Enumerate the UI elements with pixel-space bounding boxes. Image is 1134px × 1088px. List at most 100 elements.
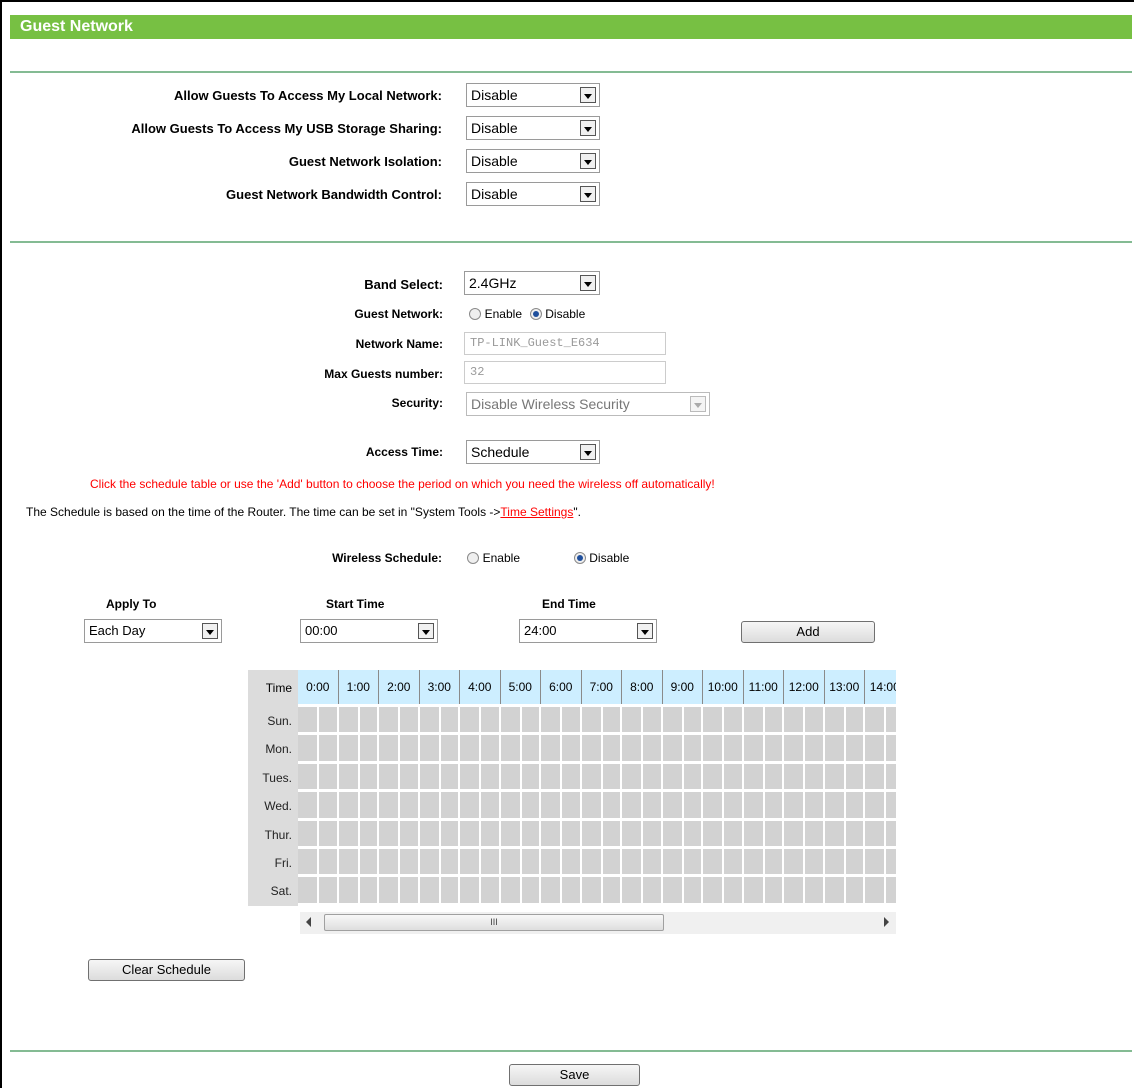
clear-schedule-button[interactable]: Clear Schedule — [88, 959, 245, 981]
schedule-cell[interactable] — [419, 820, 458, 846]
hour-header[interactable]: 10:00 — [703, 670, 744, 704]
schedule-cell[interactable] — [419, 763, 458, 790]
schedule-cell[interactable] — [581, 820, 620, 846]
schedule-cell[interactable] — [500, 707, 539, 733]
schedule-cell[interactable] — [865, 763, 896, 790]
schedule-cell[interactable] — [703, 707, 742, 733]
schedule-cell[interactable] — [622, 849, 661, 875]
schedule-cell[interactable] — [784, 707, 823, 733]
schedule-cell[interactable] — [743, 849, 782, 875]
save-button[interactable]: Save — [509, 1064, 640, 1086]
schedule-cell[interactable] — [703, 820, 742, 846]
schedule-cell[interactable] — [298, 820, 337, 846]
day-label[interactable]: Sun. — [267, 714, 292, 728]
schedule-cell[interactable] — [703, 877, 742, 903]
schedule-cell[interactable] — [298, 735, 337, 761]
schedule-cell[interactable] — [743, 820, 782, 846]
schedule-cell[interactable] — [541, 707, 580, 733]
band-select[interactable]: 2.4GHz — [464, 271, 600, 295]
schedule-cell[interactable] — [622, 763, 661, 790]
guest-network-disable-radio[interactable] — [529, 308, 542, 320]
schedule-cell[interactable] — [541, 877, 580, 903]
schedule-cell[interactable] — [379, 763, 418, 790]
schedule-scrollbar[interactable]: III — [300, 912, 896, 934]
wireless-schedule-enable-radio[interactable] — [467, 552, 479, 564]
scroll-left-arrow-icon[interactable] — [306, 917, 311, 927]
schedule-cell[interactable] — [622, 877, 661, 903]
scroll-right-arrow-icon[interactable] — [884, 917, 889, 927]
wireless-schedule-disable-radio[interactable] — [573, 552, 586, 564]
schedule-cell[interactable] — [865, 849, 896, 875]
schedule-cell[interactable] — [298, 707, 337, 733]
schedule-cell[interactable] — [622, 735, 661, 761]
schedule-cell[interactable] — [824, 763, 863, 790]
schedule-cell[interactable] — [338, 707, 377, 733]
usb-sharing-select[interactable]: Disable — [466, 116, 600, 140]
schedule-cell[interactable] — [500, 763, 539, 790]
day-label[interactable]: Tues. — [262, 771, 292, 785]
hour-header[interactable]: 12:00 — [784, 670, 825, 704]
schedule-cell[interactable] — [460, 849, 499, 875]
schedule-cell[interactable] — [338, 763, 377, 790]
schedule-cell[interactable] — [662, 763, 701, 790]
schedule-cell[interactable] — [662, 792, 701, 818]
schedule-cell[interactable] — [581, 735, 620, 761]
hour-header[interactable]: 3:00 — [419, 670, 460, 704]
bandwidth-select[interactable]: Disable — [466, 182, 600, 206]
schedule-cell[interactable] — [379, 820, 418, 846]
schedule-cell[interactable] — [743, 877, 782, 903]
schedule-cell[interactable] — [379, 792, 418, 818]
schedule-cell[interactable] — [662, 735, 701, 761]
hour-header[interactable]: 14:00 — [865, 670, 896, 704]
schedule-cell[interactable] — [541, 820, 580, 846]
security-select[interactable]: Disable Wireless Security — [466, 392, 710, 416]
hour-header[interactable]: 13:00 — [824, 670, 865, 704]
schedule-cell[interactable] — [743, 763, 782, 790]
schedule-grid[interactable]: 0:00 1:00 2:00 3:00 4:00 5:00 6:00 7:00 8:00 9:00… — [298, 670, 896, 906]
schedule-cell[interactable] — [865, 735, 896, 761]
schedule-cell[interactable] — [824, 707, 863, 733]
schedule-cell[interactable] — [338, 877, 377, 903]
start-time-select[interactable]: 00:00 — [300, 619, 438, 643]
schedule-cell[interactable] — [298, 792, 337, 818]
hour-header[interactable]: 9:00 — [662, 670, 703, 704]
schedule-cell[interactable] — [419, 849, 458, 875]
local-network-select[interactable]: Disable — [466, 83, 600, 107]
schedule-cell[interactable] — [581, 877, 620, 903]
schedule-cell[interactable] — [865, 707, 896, 733]
schedule-cell[interactable] — [500, 877, 539, 903]
schedule-cell[interactable] — [379, 707, 418, 733]
schedule-cell[interactable] — [460, 707, 499, 733]
hour-header[interactable]: 6:00 — [541, 670, 582, 704]
schedule-cell[interactable] — [784, 763, 823, 790]
schedule-cell[interactable] — [541, 735, 580, 761]
schedule-cell[interactable] — [460, 735, 499, 761]
schedule-cell[interactable] — [419, 707, 458, 733]
schedule-cell[interactable] — [500, 849, 539, 875]
schedule-cell[interactable] — [581, 763, 620, 790]
hour-header[interactable]: 1:00 — [338, 670, 379, 704]
schedule-cell[interactable] — [379, 735, 418, 761]
schedule-cell[interactable] — [460, 763, 499, 790]
schedule-cell[interactable] — [743, 707, 782, 733]
schedule-cell[interactable] — [541, 849, 580, 875]
schedule-cell[interactable] — [743, 792, 782, 818]
schedule-cell[interactable] — [703, 849, 742, 875]
schedule-cell[interactable] — [784, 820, 823, 846]
schedule-cell[interactable] — [865, 820, 896, 846]
schedule-cell[interactable] — [784, 735, 823, 761]
schedule-cell[interactable] — [338, 735, 377, 761]
schedule-cell[interactable] — [541, 792, 580, 818]
schedule-cell[interactable] — [784, 877, 823, 903]
guest-network-enable-radio[interactable] — [469, 308, 481, 320]
schedule-cell[interactable] — [460, 877, 499, 903]
scroll-thumb[interactable]: III — [324, 914, 664, 931]
day-label[interactable]: Wed. — [264, 799, 292, 813]
schedule-cell[interactable] — [703, 763, 742, 790]
access-time-select[interactable]: Schedule — [466, 440, 600, 464]
max-guests-input[interactable]: 32 — [464, 361, 666, 384]
schedule-cell[interactable] — [703, 735, 742, 761]
schedule-cell[interactable] — [581, 707, 620, 733]
hour-header[interactable]: 2:00 — [379, 670, 420, 704]
schedule-cell[interactable] — [865, 792, 896, 818]
